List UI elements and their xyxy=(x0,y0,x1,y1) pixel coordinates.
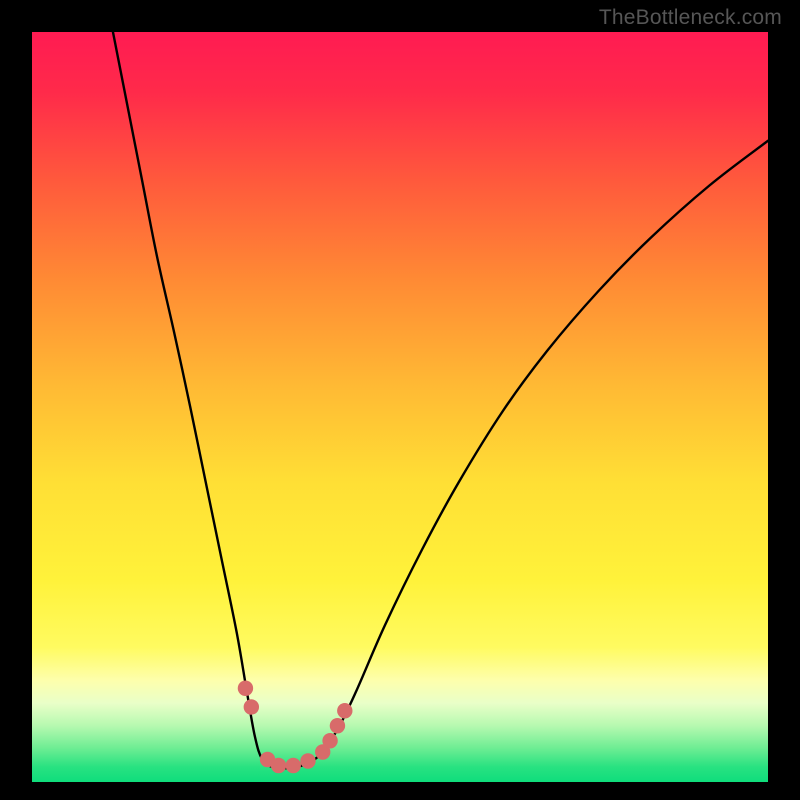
chart-svg xyxy=(32,32,768,782)
chart-plot-area xyxy=(32,32,768,782)
watermark-text: TheBottleneck.com xyxy=(599,6,782,30)
chart-frame: TheBottleneck.com xyxy=(0,0,800,800)
